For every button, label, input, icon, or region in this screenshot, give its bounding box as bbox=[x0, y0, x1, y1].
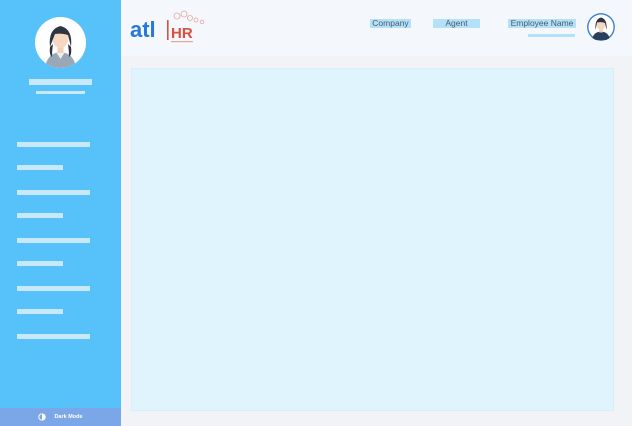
sidebar-nav-item[interactable] bbox=[17, 309, 63, 314]
female-avatar-icon bbox=[35, 17, 86, 68]
sidebar-nav-item[interactable] bbox=[17, 190, 90, 195]
svg-text:atl: atl bbox=[130, 17, 156, 42]
sidebar-nav-item[interactable] bbox=[17, 261, 63, 266]
sidebar-nav-item[interactable] bbox=[17, 142, 90, 147]
sidebar: Dark Mode bbox=[0, 0, 121, 426]
nav-link-company[interactable]: Company bbox=[370, 19, 411, 28]
sidebar-nav-item[interactable] bbox=[17, 286, 90, 291]
employee-name[interactable]: Employee Name bbox=[508, 19, 576, 28]
profile-avatar[interactable] bbox=[35, 17, 86, 68]
employee-role-placeholder bbox=[528, 34, 575, 37]
sidebar-nav-item[interactable] bbox=[17, 213, 63, 218]
sidebar-nav-item[interactable] bbox=[17, 238, 90, 243]
atlhr-logo: atl HR bbox=[130, 10, 205, 43]
sidebar-nav-item[interactable] bbox=[17, 334, 90, 339]
female-avatar-icon bbox=[587, 13, 615, 41]
app-root: Dark Mode atl HR Company Agent Employee … bbox=[0, 0, 632, 426]
main-content-panel bbox=[131, 68, 614, 411]
half-moon-icon bbox=[38, 413, 47, 421]
sidebar-nav-item[interactable] bbox=[17, 165, 63, 170]
profile-name-placeholder bbox=[29, 79, 92, 85]
svg-text:HR: HR bbox=[171, 25, 193, 42]
dark-mode-label: Dark Mode bbox=[54, 414, 83, 420]
header-avatar[interactable] bbox=[587, 13, 615, 41]
top-header: atl HR Company Agent Employee Name bbox=[121, 0, 632, 56]
dark-mode-toggle[interactable]: Dark Mode bbox=[0, 408, 121, 426]
brand-logo[interactable]: atl HR bbox=[130, 10, 210, 46]
profile-role-placeholder bbox=[36, 91, 85, 94]
nav-link-agent[interactable]: Agent bbox=[433, 19, 480, 28]
